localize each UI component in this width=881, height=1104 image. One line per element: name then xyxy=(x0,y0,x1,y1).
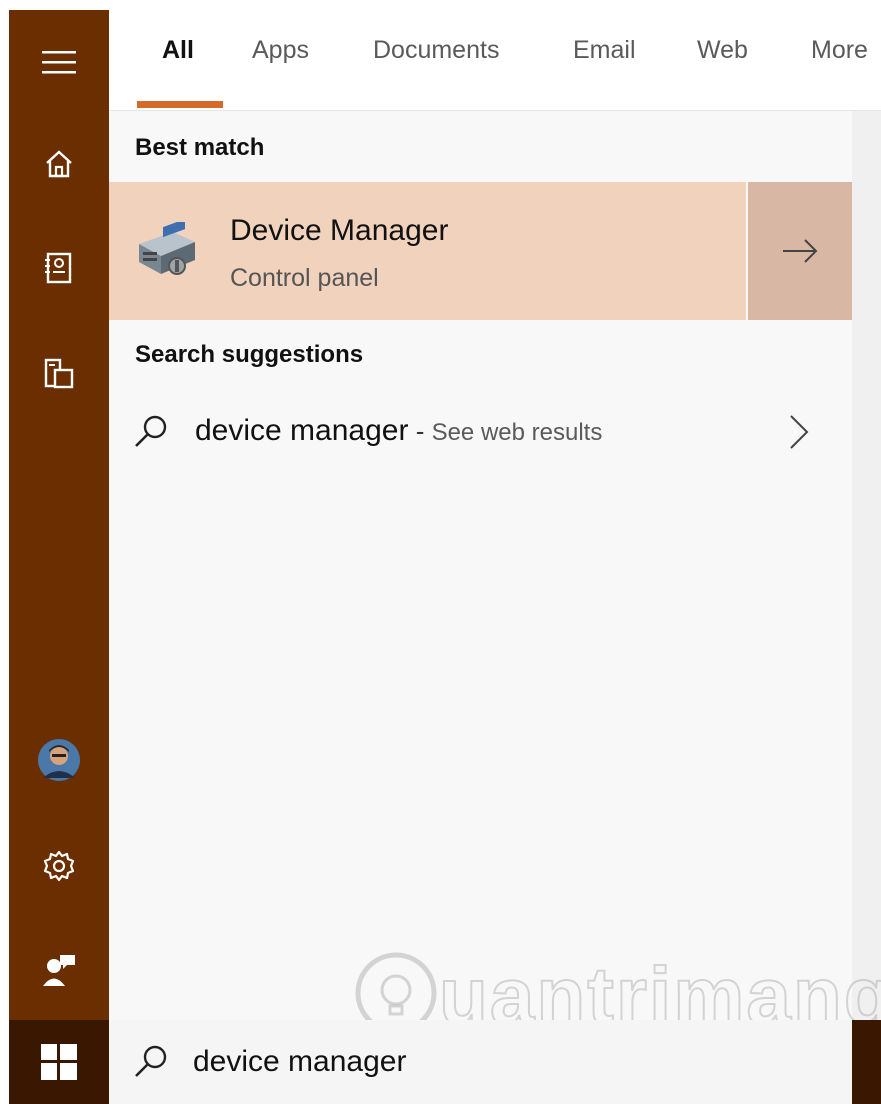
windows-logo-icon xyxy=(41,1044,77,1080)
search-icon xyxy=(135,1045,167,1077)
suggestion-item[interactable]: device manager - See web results xyxy=(109,396,852,468)
feedback-icon xyxy=(43,955,75,986)
best-match-heading: Best match xyxy=(135,134,265,161)
best-match-subtitle: Control panel xyxy=(230,264,379,292)
tab-all[interactable]: All xyxy=(162,36,194,65)
user-avatar xyxy=(38,739,80,781)
best-match-name: Device Manager xyxy=(230,214,449,247)
tab-more[interactable]: More xyxy=(811,36,868,65)
notebook-icon xyxy=(45,252,72,284)
devices-icon xyxy=(44,358,74,389)
settings-button[interactable] xyxy=(9,836,109,896)
chevron-right-icon xyxy=(790,415,809,449)
start-button[interactable] xyxy=(9,1020,109,1104)
results-panel: All Apps Documents Email Web More Best m… xyxy=(109,0,881,1041)
scrollbar-track[interactable] xyxy=(852,111,881,1020)
home-icon xyxy=(46,150,72,178)
suggestion-separator: - xyxy=(408,416,432,446)
left-rail xyxy=(9,10,109,1020)
search-box[interactable] xyxy=(109,1020,852,1104)
search-input[interactable] xyxy=(193,1034,813,1090)
suggestion-text: device manager - See web results xyxy=(195,414,602,448)
tab-apps[interactable]: Apps xyxy=(252,36,309,65)
filter-tabs: All Apps Documents Email Web More xyxy=(109,0,881,111)
hamburger-menu-icon xyxy=(42,51,76,74)
suggestion-query: device manager xyxy=(195,414,409,447)
open-details-button[interactable] xyxy=(748,182,852,320)
device-manager-icon xyxy=(139,222,195,275)
search-window: All Apps Documents Email Web More Best m… xyxy=(0,0,881,1104)
tab-documents[interactable]: Documents xyxy=(373,36,499,65)
devices-button[interactable] xyxy=(9,344,109,404)
search-icon xyxy=(135,415,167,447)
best-match-item[interactable]: Device Manager Control panel xyxy=(109,182,746,320)
suggestion-web-hint: See web results xyxy=(431,419,603,446)
home-button[interactable] xyxy=(9,134,109,194)
active-tab-indicator xyxy=(137,101,223,108)
taskbar-edge xyxy=(852,1020,881,1104)
notebook-button[interactable] xyxy=(9,238,109,298)
search-suggestions-heading: Search suggestions xyxy=(135,341,364,368)
feedback-button[interactable] xyxy=(9,940,109,1000)
account-button[interactable] xyxy=(9,730,109,790)
tab-web[interactable]: Web xyxy=(697,36,748,65)
menu-button[interactable] xyxy=(9,32,109,92)
tab-email[interactable]: Email xyxy=(573,36,636,65)
gear-icon xyxy=(43,850,75,882)
arrow-right-icon xyxy=(783,239,818,263)
